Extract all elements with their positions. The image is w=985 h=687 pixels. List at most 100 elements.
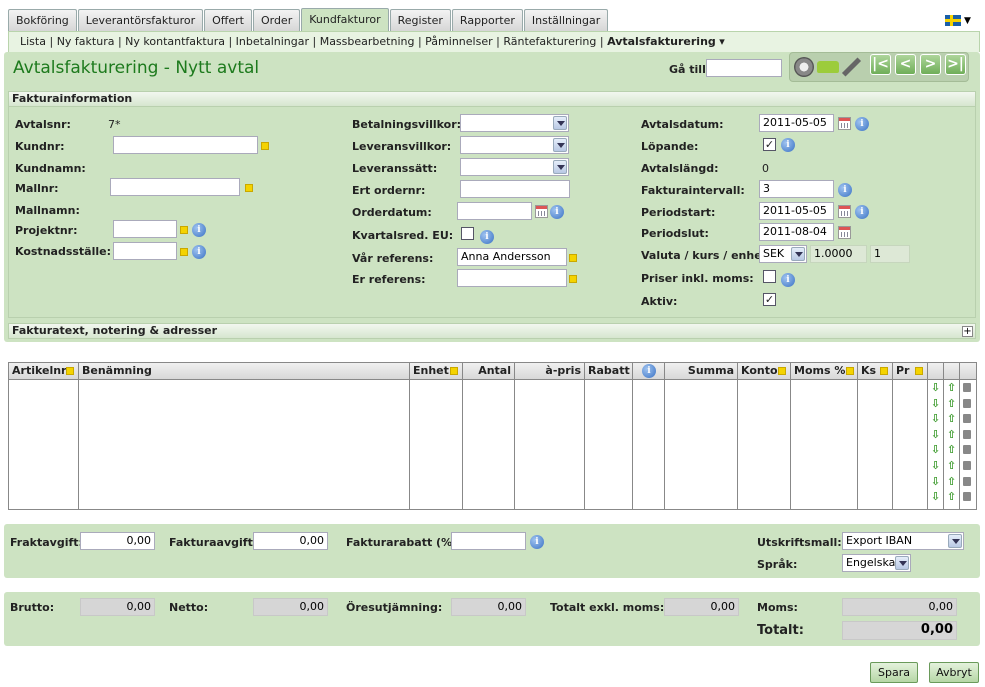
- col-header-moms[interactable]: Moms %: [791, 363, 858, 380]
- first-record-button[interactable]: |<: [870, 54, 891, 75]
- subnav-ny-faktura[interactable]: Ny faktura: [57, 35, 115, 48]
- caret-down-icon[interactable]: ▾: [719, 35, 725, 48]
- var-referens-input[interactable]: Anna Andersson: [457, 248, 567, 266]
- kostnadsstalle-input[interactable]: [113, 242, 177, 260]
- tab-rapporter[interactable]: Rapporter: [451, 9, 523, 31]
- move-down-icon[interactable]: ⇩: [931, 444, 940, 455]
- leveranssatt-select[interactable]: [460, 158, 569, 176]
- enhet-input[interactable]: 1: [870, 245, 910, 263]
- col-header-ks[interactable]: Ks: [858, 363, 893, 380]
- move-down-icon[interactable]: ⇩: [931, 382, 940, 393]
- avbryt-button[interactable]: Avbryt: [929, 662, 979, 683]
- fakturaavgift-input[interactable]: 0,00: [253, 532, 328, 550]
- kundnr-input[interactable]: [113, 136, 258, 154]
- calendar-icon[interactable]: [838, 226, 851, 239]
- projektnr-input[interactable]: [113, 220, 177, 238]
- move-down-icon[interactable]: ⇩: [931, 398, 940, 409]
- col-header-benamning[interactable]: Benämning: [79, 363, 410, 380]
- move-up-icon[interactable]: ⇧: [947, 429, 956, 440]
- info-icon[interactable]: i: [550, 205, 564, 219]
- kvartalsred-checkbox[interactable]: [461, 227, 474, 240]
- info-icon[interactable]: i: [192, 245, 206, 259]
- avtalsdatum-input[interactable]: 2011-05-05: [759, 114, 834, 132]
- move-up-icon[interactable]: ⇧: [947, 460, 956, 471]
- orderdatum-input[interactable]: [457, 202, 532, 220]
- fakturarabatt-input[interactable]: [451, 532, 526, 550]
- betalningsvillkor-select[interactable]: [460, 114, 569, 132]
- col-header-rabatt[interactable]: Rabatt: [585, 363, 633, 380]
- info-icon[interactable]: i: [781, 138, 795, 152]
- mallnr-input[interactable]: [110, 178, 240, 196]
- tab-register[interactable]: Register: [389, 9, 451, 31]
- trash-icon[interactable]: [963, 445, 971, 455]
- section-fakturainformation[interactable]: Fakturainformation: [8, 91, 976, 107]
- sprak-select[interactable]: Engelska: [842, 554, 911, 572]
- col-header-a-pris[interactable]: à-pris: [515, 363, 585, 380]
- move-up-icon[interactable]: ⇧: [947, 382, 956, 393]
- move-down-icon[interactable]: ⇩: [931, 413, 940, 424]
- col-header-enhet[interactable]: Enhet: [410, 363, 463, 380]
- move-up-icon[interactable]: ⇧: [947, 491, 956, 502]
- goto-input[interactable]: [706, 59, 782, 77]
- fakturaintervall-input[interactable]: 3: [759, 180, 834, 198]
- info-icon[interactable]: i: [480, 230, 494, 244]
- subnav-lista[interactable]: Lista: [20, 35, 46, 48]
- subnav-inbetalningar[interactable]: Inbetalningar: [236, 35, 309, 48]
- tab-offert[interactable]: Offert: [204, 9, 252, 31]
- subnav-rantefakturering[interactable]: Räntefakturering: [503, 35, 596, 48]
- move-up-icon[interactable]: ⇧: [947, 476, 956, 487]
- info-icon[interactable]: i: [855, 117, 869, 131]
- valuta-select[interactable]: SEK: [759, 245, 807, 263]
- lopande-checkbox[interactable]: ✓: [763, 138, 776, 151]
- trash-icon[interactable]: [963, 476, 971, 486]
- move-down-icon[interactable]: ⇩: [931, 476, 940, 487]
- priser-inkl-moms-checkbox[interactable]: [763, 270, 776, 283]
- info-icon[interactable]: i: [838, 183, 852, 197]
- calendar-icon[interactable]: [838, 117, 851, 130]
- section-fakturatext[interactable]: Fakturatext, notering & adresser: [8, 323, 976, 339]
- move-up-icon[interactable]: ⇧: [947, 413, 956, 424]
- col-header-summa[interactable]: Summa: [665, 363, 738, 380]
- subnav-paminnelser[interactable]: Påminnelser: [425, 35, 492, 48]
- aktiv-checkbox[interactable]: ✓: [763, 293, 776, 306]
- ert-ordernr-input[interactable]: [460, 180, 570, 198]
- col-header-artikelnr[interactable]: Artikelnr: [9, 363, 79, 380]
- language-dropdown-arrow-icon[interactable]: ▼: [964, 16, 971, 26]
- trash-icon[interactable]: [963, 461, 971, 470]
- col-header-info[interactable]: i: [633, 363, 665, 380]
- trash-icon[interactable]: [963, 414, 971, 424]
- trash-icon[interactable]: [963, 492, 971, 502]
- previous-record-button[interactable]: <: [895, 54, 916, 75]
- expand-icon[interactable]: +: [962, 326, 973, 337]
- tab-kundfakturor[interactable]: Kundfakturor: [301, 8, 389, 32]
- move-down-icon[interactable]: ⇩: [931, 460, 940, 471]
- leveransvillkor-select[interactable]: [460, 136, 569, 154]
- move-up-icon[interactable]: ⇧: [947, 398, 956, 409]
- calendar-icon[interactable]: [535, 205, 548, 218]
- trash-icon[interactable]: [963, 398, 971, 408]
- info-icon[interactable]: i: [781, 273, 795, 287]
- calendar-icon[interactable]: [838, 205, 851, 218]
- move-down-icon[interactable]: ⇩: [931, 491, 940, 502]
- next-record-button[interactable]: >: [920, 54, 941, 75]
- col-header-konto[interactable]: Konto: [738, 363, 791, 380]
- col-header-antal[interactable]: Antal: [463, 363, 515, 380]
- periodstart-input[interactable]: 2011-05-05: [759, 202, 834, 220]
- utskriftsmall-select[interactable]: Export IBAN: [842, 532, 964, 550]
- subnav-ny-kontantfaktura[interactable]: Ny kontantfaktura: [125, 35, 225, 48]
- trash-icon[interactable]: [963, 383, 971, 392]
- move-down-icon[interactable]: ⇩: [931, 429, 940, 440]
- trash-icon[interactable]: [963, 429, 971, 439]
- move-up-icon[interactable]: ⇧: [947, 444, 956, 455]
- tab-bokforing[interactable]: Bokföring: [8, 9, 77, 31]
- crown-icon[interactable]: [817, 61, 839, 73]
- periodslut-input[interactable]: 2011-08-04: [759, 223, 834, 241]
- er-referens-input[interactable]: [457, 269, 567, 287]
- info-icon[interactable]: i: [855, 205, 869, 219]
- spara-button[interactable]: Spara: [870, 662, 918, 683]
- info-icon[interactable]: i: [530, 535, 544, 549]
- tab-leverantorsfakturor[interactable]: Leverantörsfakturor: [77, 9, 204, 31]
- fraktavgift-input[interactable]: 0,00: [80, 532, 155, 550]
- tab-installningar[interactable]: Inställningar: [523, 9, 609, 31]
- swedish-flag-icon[interactable]: [945, 15, 961, 26]
